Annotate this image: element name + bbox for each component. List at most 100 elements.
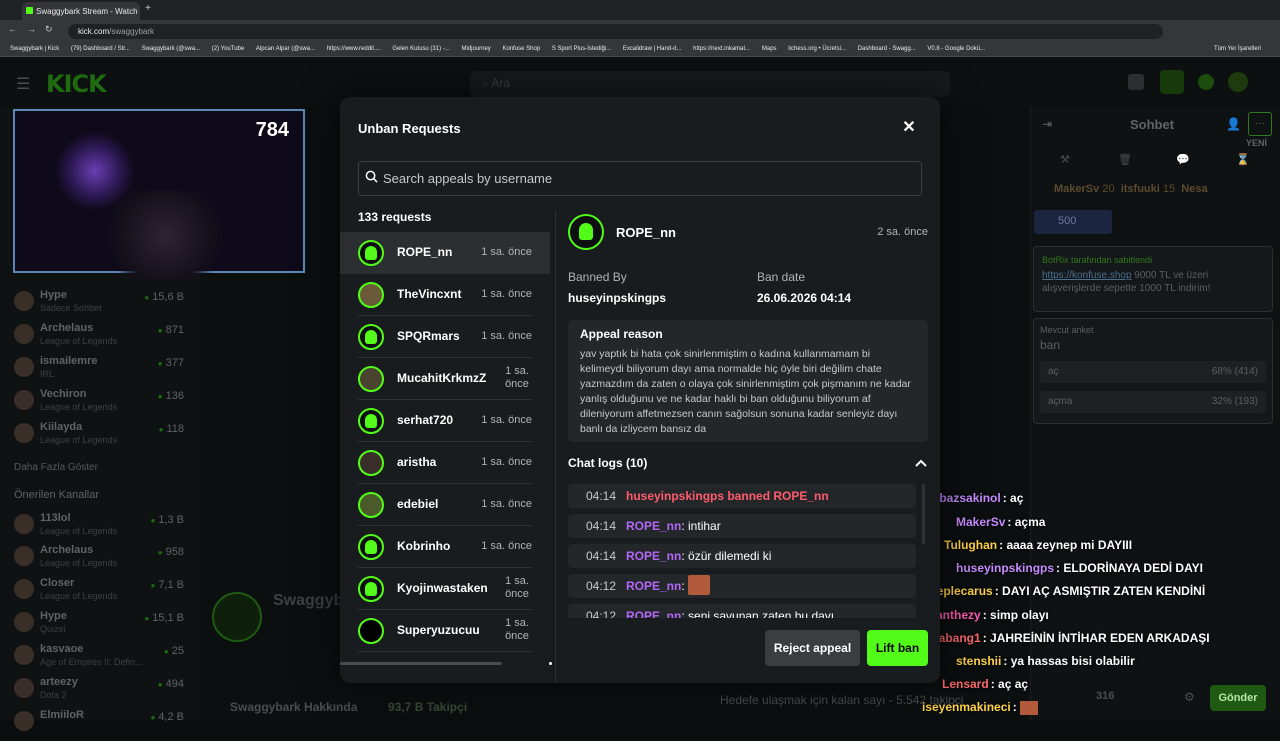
close-icon[interactable]: ✕ xyxy=(900,119,918,137)
log-message: seni savunan zaten bu dayı xyxy=(688,609,835,618)
bookmark[interactable]: https://www.reddit.... xyxy=(327,46,381,52)
collapse-chat-icon[interactable]: ⇥ xyxy=(1042,117,1052,131)
gift-count-badge[interactable]: 500 xyxy=(1034,210,1112,234)
show-more-link[interactable]: Daha Fazla Göster xyxy=(14,462,98,473)
logs-scrollbar[interactable] xyxy=(922,484,925,544)
site-search-input[interactable]: ⌕ Ara xyxy=(470,71,950,97)
ban-date-label: Ban date xyxy=(757,270,806,284)
sidebar-channel[interactable]: Archelaus League of Legends 871 xyxy=(14,322,184,354)
bookmark[interactable]: https://next.inkamat... xyxy=(693,46,750,52)
bookmark[interactable]: V0.8 - Google Dokü... xyxy=(927,46,985,52)
kick-k-icon[interactable] xyxy=(1198,74,1214,90)
bookmark[interactable]: Excalidraw | Hand-d... xyxy=(623,46,682,52)
request-time: 1 sa. önce xyxy=(481,288,532,300)
chevron-up-icon[interactable] xyxy=(914,456,928,470)
bookmark[interactable]: Maps xyxy=(762,46,777,52)
log-time: 04:12 xyxy=(586,609,617,618)
sidebar-channel[interactable]: Archelaus League of Legends 958 xyxy=(14,544,184,576)
kick-favicon-icon xyxy=(26,7,33,14)
chat-logs-list: 04:14 huseyinpskingps banned ROPE_nn 04:1… xyxy=(568,484,928,618)
back-icon[interactable]: ← xyxy=(8,24,17,34)
appeal-search-input[interactable]: Search appeals by username xyxy=(358,161,922,196)
bookmark[interactable]: S Sport Plus-İstediği... xyxy=(552,46,611,52)
bookmark[interactable]: Dashboard - Swagg... xyxy=(858,46,916,52)
reload-icon[interactable]: ↻ xyxy=(45,24,53,35)
sidebar-viewer-count: 1,3 B xyxy=(150,514,184,526)
kick-logo[interactable]: KICK xyxy=(46,70,107,98)
log-user[interactable]: ROPE_nn xyxy=(626,609,681,618)
request-item[interactable]: Kobrinho 1 sa. önce xyxy=(340,526,550,568)
bookmark[interactable]: Swaggybark (@swa... xyxy=(142,46,200,52)
reject-appeal-button[interactable]: Reject appeal xyxy=(765,630,860,666)
request-time: 1 sa. önce xyxy=(481,456,532,468)
request-username: Superyuzucuu xyxy=(397,623,480,637)
chat-more-icon[interactable]: ··· xyxy=(1248,112,1272,136)
overlay-chat-line: atabang1: JAHREİNİN İNTİHAR EDEN ARKADAŞ… xyxy=(928,631,1210,645)
timer-icon[interactable]: ⌛ xyxy=(1236,153,1250,166)
avatar xyxy=(358,534,384,560)
dashboard-icon[interactable] xyxy=(1160,70,1184,94)
user-avatar[interactable] xyxy=(1228,72,1248,92)
bookmark[interactable]: lichess.org • Ücretsi... xyxy=(788,46,846,52)
sidebar-channel-category: League of Legends xyxy=(40,435,118,445)
sidebar-channel[interactable]: ElmiiloR 4,2 B xyxy=(14,709,184,741)
poll-option[interactable]: aç 68% (414) xyxy=(1040,361,1266,383)
log-time: 04:14 xyxy=(586,549,617,563)
sidebar-channel[interactable]: Hype Sadece Sohbet 15,6 B xyxy=(14,289,184,321)
menu-icon[interactable]: ☰ xyxy=(16,74,30,94)
log-user[interactable]: ROPE_nn xyxy=(626,579,681,593)
sidebar-channel-category: Dota 2 xyxy=(40,690,67,700)
channel-avatar[interactable] xyxy=(212,592,262,642)
sidebar-channel[interactable]: arteezy Dota 2 494 xyxy=(14,676,184,708)
mod-hammer-icon[interactable]: ⚒ xyxy=(1060,153,1070,166)
trash-icon[interactable]: 🗑 xyxy=(1118,153,1132,166)
request-item[interactable]: Superyuzucuu 1 sa. önce xyxy=(340,610,550,652)
sidebar-channel[interactable]: Hype Quizei 15,1 B xyxy=(14,610,184,642)
request-item[interactable]: Kyojinwastaken 1 sa. önce xyxy=(340,568,550,610)
avatar xyxy=(358,324,384,350)
request-item[interactable]: edebiel 1 sa. önce xyxy=(340,484,550,526)
forward-icon[interactable]: → xyxy=(27,24,36,34)
pinned-link[interactable]: https://konfuse.shop xyxy=(1042,270,1132,281)
mod-view-icon[interactable] xyxy=(1128,74,1144,90)
bookmark[interactable]: Swaggybark | Kick xyxy=(10,46,59,52)
list-scrollbar[interactable] xyxy=(340,662,502,665)
sidebar-channel[interactable]: Closer League of Legends 7,1 B xyxy=(14,577,184,609)
bookmark[interactable]: (2) YouTube xyxy=(212,46,244,52)
bookmark[interactable]: Konfuse Shop xyxy=(502,46,540,52)
stream-video[interactable]: 784 xyxy=(13,109,305,281)
avatar xyxy=(14,324,34,344)
pinned-message[interactable]: BotRix tarafından sabitlendi https://kon… xyxy=(1033,246,1273,312)
poll-option[interactable]: açma 32% (193) xyxy=(1040,391,1266,413)
request-item[interactable]: aristha 1 sa. önce xyxy=(340,442,550,484)
request-item[interactable]: serhat720 1 sa. önce xyxy=(340,400,550,442)
chat-bubble-icon[interactable]: 💬 xyxy=(1176,153,1190,166)
panel-divider xyxy=(555,210,556,683)
browser-tab[interactable]: Swaggybark Stream - Watch Liv xyxy=(22,2,140,20)
log-user[interactable]: ROPE_nn xyxy=(626,549,681,563)
bookmark[interactable]: Midjourney xyxy=(461,46,490,52)
request-item[interactable]: SPQRmars 1 sa. önce xyxy=(340,316,550,358)
address-bar[interactable]: kick.com/swaggybark xyxy=(68,24,1163,39)
sidebar-channel[interactable]: ismailemre IRL 377 xyxy=(14,355,184,387)
pinned-by: BotRix tarafından sabitlendi xyxy=(1042,255,1153,265)
log-message: intihar xyxy=(688,519,721,533)
lift-ban-button[interactable]: Lift ban xyxy=(867,630,928,666)
sidebar-channel-category: Age of Empires II: Defin... xyxy=(40,657,143,667)
leaderboard-name: itsfuuki xyxy=(1120,183,1160,195)
new-tab-icon[interactable]: + xyxy=(145,3,151,14)
request-item[interactable]: MucahitKrkmzZ 1 sa. önce xyxy=(340,358,550,400)
chat-log-entry: 04:14 ROPE_nn: intihar xyxy=(568,514,916,538)
bookmark[interactable]: Alpcan Alpar (@swa... xyxy=(256,46,315,52)
all-bookmarks[interactable]: Tüm Yer İşaretleri xyxy=(1214,46,1261,52)
sidebar-channel[interactable]: Kiilayda League of Legends 118 xyxy=(14,421,184,453)
sidebar-channel[interactable]: kasvaoe Age of Empires II: Defin... 25 xyxy=(14,643,184,675)
users-icon[interactable]: 👤 xyxy=(1226,117,1241,131)
log-user[interactable]: ROPE_nn xyxy=(626,519,681,533)
bookmark[interactable]: (79) Dashboard / Str... xyxy=(71,46,130,52)
request-item[interactable]: TheVincxnt 1 sa. önce xyxy=(340,274,550,316)
bookmark[interactable]: Gelen Kutusu (31) -... xyxy=(392,46,449,52)
request-item[interactable]: ROPE_nn 1 sa. önce xyxy=(340,232,550,274)
sidebar-channel[interactable]: Vechiron League of Legends 136 xyxy=(14,388,184,420)
sidebar-channel[interactable]: 113lol League of Legends 1,3 B xyxy=(14,512,184,544)
